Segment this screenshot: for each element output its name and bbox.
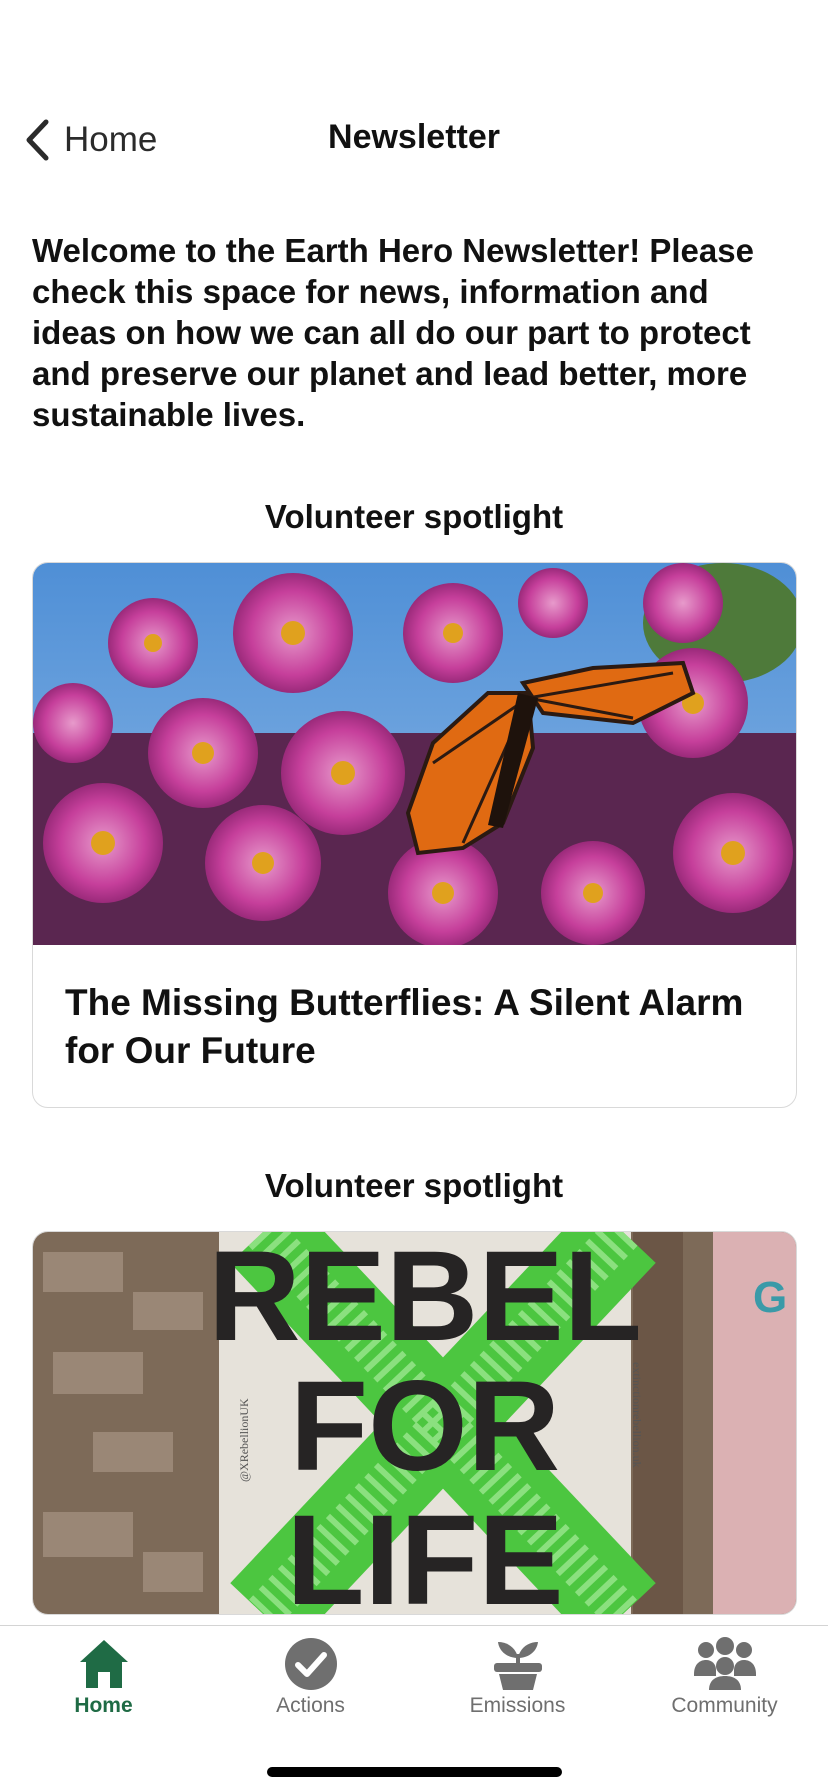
navigation-bar: Home Newsletter	[0, 100, 828, 180]
house-icon	[79, 1640, 128, 1688]
checkmark-circle-icon	[284, 1638, 337, 1690]
intro-text: Welcome to the Earth Hero Newsletter! Pl…	[32, 232, 754, 433]
poster-side-handle: @XRebellionUK	[237, 1398, 251, 1482]
butterfly-image	[33, 563, 796, 945]
rebel-for-life-image: G REBEL FOR LIFE @XRebellionUK extinctio…	[33, 1232, 796, 1614]
article-title: The Missing Butterflies: A Silent Alarm …	[65, 982, 744, 1071]
tab-actions[interactable]: Actions	[207, 1636, 414, 1746]
tab-actions-label: Actions	[276, 1694, 345, 1717]
tab-emissions-label: Emissions	[469, 1694, 566, 1717]
poster-word-for: FOR	[290, 1355, 560, 1498]
people-group-icon	[693, 1637, 756, 1690]
newsletter-content[interactable]: Welcome to the Earth Hero Newsletter! Pl…	[0, 180, 828, 1625]
svg-text:G: G	[753, 1273, 787, 1322]
section-title: Volunteer spotlight	[264, 1167, 564, 1204]
article-card[interactable]: The Missing Butterflies: A Silent Alarm …	[32, 562, 797, 1108]
section-title: Volunteer spotlight	[264, 498, 564, 535]
tab-emissions[interactable]: Emissions	[414, 1636, 621, 1746]
home-indicator[interactable]	[267, 1767, 562, 1777]
tab-community[interactable]: Community	[621, 1636, 828, 1746]
tab-home-label: Home	[74, 1694, 133, 1717]
poster-word-life: LIFE	[286, 1489, 563, 1614]
newsletter-screen: Home Newsletter Welcome to the Earth Her…	[0, 0, 828, 1792]
article-card[interactable]: G REBEL FOR LIFE @XRebellionUK extinctio…	[32, 1231, 797, 1615]
poster-side-site: extinctionrebellion.uk	[630, 1362, 644, 1468]
plant-pot-icon	[493, 1642, 542, 1690]
page-title: Newsletter	[328, 118, 500, 156]
tab-community-label: Community	[671, 1694, 778, 1717]
tab-home[interactable]: Home	[0, 1636, 207, 1746]
poster-word-rebel: REBEL	[208, 1232, 642, 1368]
